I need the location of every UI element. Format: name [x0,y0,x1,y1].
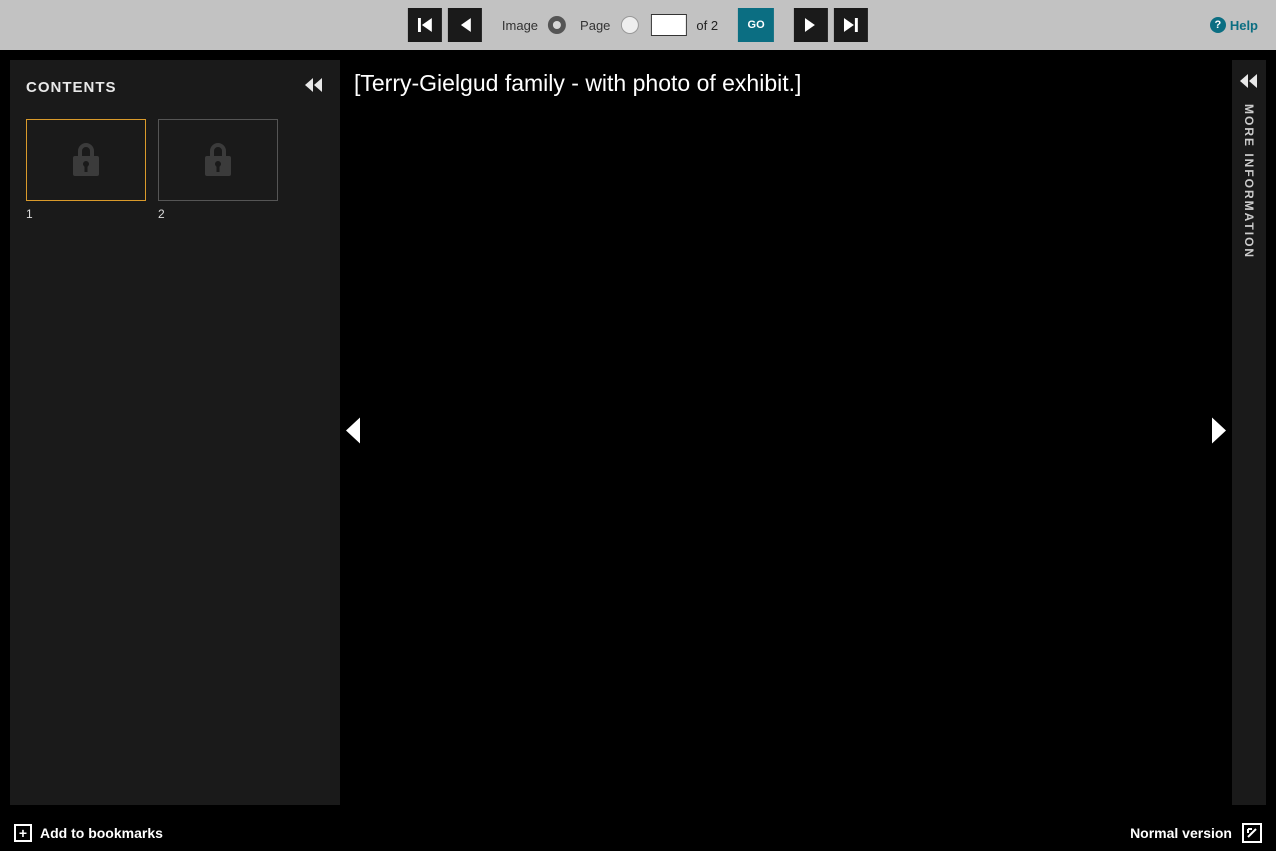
thumbnail-label: 1 [26,207,146,221]
toolbar-center: Image Page of 2 GO [408,8,868,42]
chevron-double-left-icon [1239,74,1259,88]
thumbnail-item[interactable]: 1 [26,119,146,221]
help-link[interactable]: ? Help [1210,17,1258,33]
add-bookmark-button[interactable]: + Add to bookmarks [14,824,163,842]
collapse-contents-button[interactable] [304,78,324,97]
normal-version-label: Normal version [1130,825,1232,841]
page-radio[interactable] [620,16,638,34]
prev-icon [459,18,471,32]
document-title: [Terry-Gielgud family - with photo of ex… [340,50,1232,97]
last-button[interactable] [834,8,868,42]
info-panel-label: MORE INFORMATION [1242,104,1256,259]
last-icon [844,18,858,32]
page-total: of 2 [696,18,718,33]
next-button[interactable] [794,8,828,42]
go-button[interactable]: GO [738,8,774,42]
main: CONTENTS 1 [0,50,1276,815]
chevron-left-icon [344,417,364,443]
exit-fullscreen-icon [1242,823,1262,843]
image-mode-label: Image [502,18,538,33]
contents-panel: CONTENTS 1 [10,60,340,805]
image-radio[interactable] [548,16,566,34]
contents-title: CONTENTS [26,79,117,96]
chevron-right-icon [1208,417,1228,443]
thumbnail-list: 1 2 [26,119,324,221]
help-label: Help [1230,18,1258,33]
viewer-next-button[interactable] [1208,417,1228,448]
thumbnail-item[interactable]: 2 [158,119,278,221]
viewer-prev-button[interactable] [344,417,364,448]
toolbar: Image Page of 2 GO ? Help [0,0,1276,50]
thumbnail-label: 2 [158,207,278,221]
thumbnail-box [26,119,146,201]
thumbnail-box [158,119,278,201]
viewer: [Terry-Gielgud family - with photo of ex… [340,50,1232,815]
chevron-double-left-icon [304,78,324,92]
footer: + Add to bookmarks Normal version [0,815,1276,851]
first-icon [418,18,432,32]
normal-version-button[interactable]: Normal version [1130,823,1262,843]
first-button[interactable] [408,8,442,42]
bookmark-label: Add to bookmarks [40,825,163,841]
bookmark-plus-icon: + [14,824,32,842]
contents-header: CONTENTS [26,78,324,97]
page-input[interactable] [650,14,686,36]
help-icon: ? [1210,17,1226,33]
next-icon [805,18,817,32]
page-mode-label: Page [580,18,610,33]
info-panel-expand[interactable]: MORE INFORMATION [1232,60,1266,805]
lock-icon [67,140,105,180]
prev-button[interactable] [448,8,482,42]
lock-icon [199,140,237,180]
